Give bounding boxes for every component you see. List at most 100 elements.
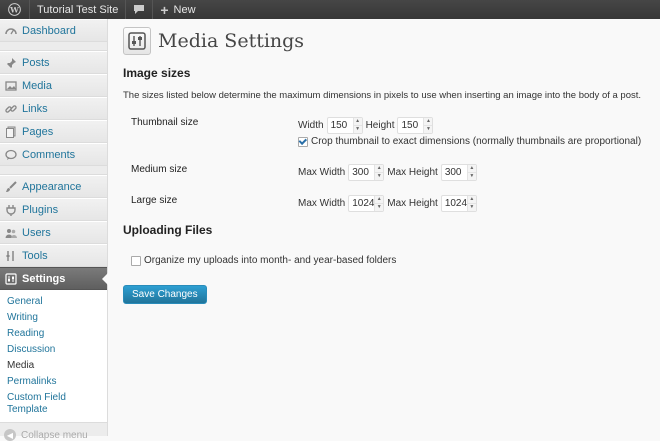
menu-separator: [0, 42, 107, 51]
pages-icon: [4, 125, 18, 139]
page-header: Media Settings: [123, 19, 660, 63]
menu-item-comments[interactable]: Comments: [0, 143, 107, 166]
medium-width-stepper[interactable]: ▲▼: [348, 164, 385, 181]
spin-down-icon[interactable]: ▼: [467, 172, 476, 180]
admin-menu: Dashboard Posts Media Links Pages Commen…: [0, 19, 108, 441]
medium-size-label: Medium size: [131, 164, 188, 175]
crop-thumbnail-option[interactable]: Crop thumbnail to exact dimensions (norm…: [298, 136, 641, 147]
stepper-arrows[interactable]: ▲ ▼: [466, 165, 476, 180]
spin-up-icon[interactable]: ▲: [353, 118, 362, 125]
wordpress-logo-icon[interactable]: W: [0, 0, 30, 19]
collapse-menu-button[interactable]: ◀ Collapse menu: [0, 423, 107, 441]
medium-width-input[interactable]: [349, 165, 375, 180]
menu-label: Users: [22, 226, 51, 239]
submenu-item-discussion[interactable]: Discussion: [0, 342, 107, 358]
chain-link-icon: [4, 102, 18, 116]
large-width-label: Max Width: [298, 198, 346, 209]
menu-item-settings[interactable]: Settings: [0, 267, 108, 290]
collapse-arrow-icon: ◀: [4, 429, 16, 441]
organize-uploads-option[interactable]: Organize my uploads into month- and year…: [131, 255, 396, 266]
spin-up-icon[interactable]: ▲: [424, 118, 433, 125]
menu-label: Media: [22, 79, 52, 92]
large-height-input[interactable]: [441, 196, 467, 211]
comments-link[interactable]: [126, 0, 154, 19]
spin-down-icon[interactable]: ▼: [467, 203, 476, 211]
stepper-arrows[interactable]: ▲ ▼: [374, 165, 384, 180]
save-changes-button[interactable]: Save Changes: [123, 285, 207, 304]
site-name-link[interactable]: Tutorial Test Site: [30, 0, 127, 19]
settings-submenu: General Writing Reading Discussion Media…: [0, 290, 107, 423]
menu-label: Comments: [22, 148, 76, 161]
medium-height-label: Max Height: [387, 167, 438, 178]
stepper-arrows[interactable]: ▲ ▼: [352, 118, 362, 133]
menu-label: Settings: [22, 272, 66, 285]
menu-item-users[interactable]: Users: [0, 221, 107, 244]
spin-up-icon[interactable]: ▲: [375, 196, 384, 203]
speech-bubble-icon: [4, 148, 18, 162]
organize-uploads-checkbox[interactable]: [131, 255, 141, 266]
spin-down-icon[interactable]: ▼: [375, 172, 384, 180]
new-content-menu[interactable]: + New: [153, 0, 202, 19]
spin-up-icon[interactable]: ▲: [467, 196, 476, 203]
large-size-label: Large size: [131, 195, 178, 206]
crop-thumbnail-label: Crop thumbnail to exact dimensions (norm…: [311, 136, 642, 147]
large-width-stepper[interactable]: ▲▼: [348, 195, 385, 212]
speech-bubble-icon: [133, 4, 145, 15]
image-sizes-description: The sizes listed below determine the max…: [123, 90, 642, 101]
plus-icon: +: [160, 1, 169, 18]
menu-label: Plugins: [22, 203, 59, 216]
spin-up-icon[interactable]: ▲: [375, 165, 384, 172]
thumbnail-height-input[interactable]: [398, 118, 424, 133]
large-height-stepper[interactable]: ▲▼: [440, 195, 477, 212]
menu-item-tools[interactable]: Tools: [0, 244, 107, 267]
thumbnail-size-fields: Width ▲▼ Height ▲▼: [298, 117, 436, 134]
page-title: Media Settings: [158, 30, 305, 52]
spin-up-icon[interactable]: ▲: [467, 165, 476, 172]
menu-label: Pages: [22, 125, 54, 138]
thumbnail-width-label: Width: [298, 120, 324, 131]
stepper-arrows[interactable]: ▲ ▼: [466, 196, 476, 211]
thumbnail-height-stepper[interactable]: ▲▼: [397, 117, 434, 134]
thumbnail-height-label: Height: [365, 120, 395, 131]
menu-item-appearance[interactable]: Appearance: [0, 175, 107, 198]
menu-item-posts[interactable]: Posts: [0, 51, 107, 74]
thumbnail-width-input[interactable]: [327, 118, 353, 133]
image-sizes-heading: Image sizes: [123, 66, 191, 80]
medium-height-input[interactable]: [441, 165, 467, 180]
menu-item-media[interactable]: Media: [0, 74, 107, 97]
spin-down-icon[interactable]: ▼: [424, 125, 433, 133]
submenu-item-media[interactable]: Media: [0, 358, 107, 374]
menu-item-links[interactable]: Links: [0, 97, 107, 120]
submenu-item-general[interactable]: General: [0, 294, 107, 310]
large-width-input[interactable]: [349, 196, 375, 211]
collapse-menu-label: Collapse menu: [21, 429, 88, 441]
crop-thumbnail-checkbox[interactable]: [298, 136, 308, 147]
menu-label: Dashboard: [22, 24, 76, 37]
submenu-item-writing[interactable]: Writing: [0, 310, 107, 326]
menu-label: Appearance: [22, 180, 82, 193]
pin-icon: [4, 56, 18, 70]
menu-item-pages[interactable]: Pages: [0, 120, 107, 143]
wrench-icon: [4, 249, 18, 263]
dashboard-icon: [4, 24, 18, 38]
thumbnail-size-label: Thumbnail size: [131, 117, 199, 128]
stepper-arrows[interactable]: ▲ ▼: [423, 118, 433, 133]
medium-size-fields: Max Width ▲▼ Max Height ▲▼: [298, 164, 480, 181]
spin-down-icon[interactable]: ▼: [353, 125, 362, 133]
medium-width-label: Max Width: [298, 167, 346, 178]
submenu-item-reading[interactable]: Reading: [0, 326, 107, 342]
menu-item-dashboard[interactable]: Dashboard: [0, 19, 107, 42]
stepper-arrows[interactable]: ▲ ▼: [374, 196, 384, 211]
svg-text:W: W: [9, 5, 19, 14]
uploading-files-heading: Uploading Files: [123, 223, 213, 237]
settings-icon: [4, 272, 18, 286]
medium-height-stepper[interactable]: ▲▼: [440, 164, 477, 181]
menu-item-plugins[interactable]: Plugins: [0, 198, 107, 221]
users-icon: [4, 226, 18, 240]
submenu-item-permalinks[interactable]: Permalinks: [0, 374, 107, 390]
settings-page-icon: [123, 27, 151, 55]
spin-down-icon[interactable]: ▼: [375, 203, 384, 211]
admin-bar: W Tutorial Test Site + New: [0, 0, 660, 19]
submenu-item-custom-field-template[interactable]: Custom Field Template: [0, 390, 70, 418]
thumbnail-width-stepper[interactable]: ▲▼: [326, 117, 363, 134]
